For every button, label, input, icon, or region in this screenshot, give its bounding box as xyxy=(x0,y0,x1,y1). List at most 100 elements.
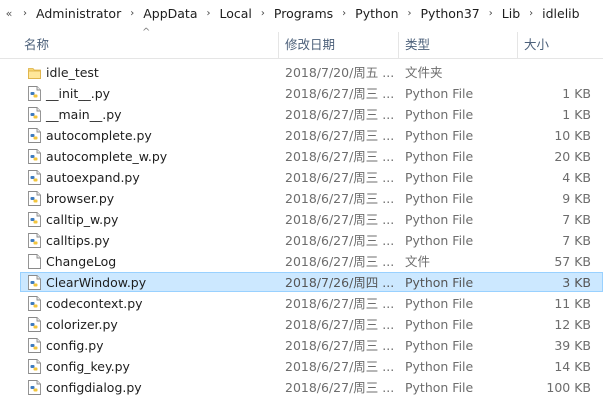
column-header-type[interactable]: 类型 xyxy=(405,26,430,58)
file-modified-date: 2018/6/27/周三 ... xyxy=(285,128,395,143)
file-name: autocomplete.py xyxy=(46,128,152,143)
breadcrumb-python[interactable]: Python xyxy=(353,6,400,21)
file-type: Python File xyxy=(405,149,474,164)
file-modified-date: 2018/6/27/周三 ... xyxy=(285,296,395,311)
file-row[interactable]: codecontext.py 2018/6/27/周三 ... Python Fil… xyxy=(0,293,603,314)
chevron-right-icon[interactable]: › xyxy=(200,8,218,19)
file-row[interactable]: autocomplete_w.py 2018/6/27/周三 ... Python … xyxy=(0,146,603,167)
file-size: 4 KB xyxy=(562,170,591,185)
python-file-icon xyxy=(28,107,41,122)
file-size: 3 KB xyxy=(562,275,591,290)
file-type: Python File xyxy=(405,170,474,185)
address-bar[interactable]: « › Administrator › AppData › Local › Pr… xyxy=(0,0,603,27)
python-file-icon xyxy=(28,212,41,227)
breadcrumb-lib[interactable]: Lib xyxy=(500,6,522,21)
file-row[interactable]: autocomplete.py 2018/6/27/周三 ... Python Fi… xyxy=(0,125,603,146)
folder-icon xyxy=(28,68,41,79)
breadcrumb-idlelib[interactable]: idlelib xyxy=(540,6,581,21)
file-modified-date: 2018/7/26/周四 ... xyxy=(285,275,395,290)
chevron-right-icon[interactable]: › xyxy=(254,8,272,19)
chevron-right-icon[interactable]: › xyxy=(401,8,419,19)
file-size: 1 KB xyxy=(562,86,591,101)
breadcrumb-python37[interactable]: Python37 xyxy=(419,6,482,21)
file-modified-date: 2018/6/27/周三 ... xyxy=(285,107,395,122)
file-modified-date: 2018/6/27/周三 ... xyxy=(285,191,395,206)
file-row[interactable]: config.py 2018/6/27/周三 ... Python File 39 K… xyxy=(0,335,603,356)
file-modified-date: 2018/6/27/周三 ... xyxy=(285,149,395,164)
file-size: 57 KB xyxy=(554,254,591,269)
chevron-right-icon[interactable]: › xyxy=(522,8,540,19)
file-name: autocomplete_w.py xyxy=(46,149,168,164)
sort-ascending-icon: ^ xyxy=(142,27,151,38)
file-size: 9 KB xyxy=(562,191,591,206)
file-type: Python File xyxy=(405,86,474,101)
breadcrumb-programs[interactable]: Programs xyxy=(272,6,335,21)
chevron-right-icon[interactable]: › xyxy=(482,8,500,19)
chevron-right-icon[interactable]: › xyxy=(335,8,353,19)
file-type: Python File xyxy=(405,275,474,290)
python-file-icon xyxy=(28,275,41,290)
file-type: 文件夹 xyxy=(405,65,443,80)
python-file-icon xyxy=(28,149,41,164)
file-name: browser.py xyxy=(46,191,115,206)
file-modified-date: 2018/6/27/周三 ... xyxy=(285,338,395,353)
breadcrumb-local[interactable]: Local xyxy=(218,6,254,21)
file-row[interactable]: config_key.py 2018/6/27/周三 ... Python File… xyxy=(0,356,603,377)
file-name: calltip_w.py xyxy=(46,212,119,227)
file-size: 39 KB xyxy=(554,338,591,353)
file-row[interactable]: colorizer.py 2018/6/27/周三 ... Python File 1… xyxy=(0,314,603,335)
column-divider[interactable] xyxy=(278,32,279,58)
file-size: 7 KB xyxy=(562,212,591,227)
file-row[interactable]: calltip_w.py 2018/6/27/周三 ... Python File 7… xyxy=(0,209,603,230)
python-file-icon xyxy=(28,191,41,206)
file-modified-date: 2018/6/27/周三 ... xyxy=(285,359,395,374)
chevron-right-icon[interactable]: › xyxy=(123,8,141,19)
column-header-date[interactable]: 修改日期 xyxy=(285,26,335,58)
column-divider[interactable] xyxy=(398,32,399,58)
column-header-size[interactable]: 大小 xyxy=(524,26,549,58)
file-modified-date: 2018/7/20/周五 ... xyxy=(285,65,395,80)
python-file-icon xyxy=(28,338,41,353)
file-type: 文件 xyxy=(405,254,431,269)
column-header-bar: ^ 名称 修改日期 类型 大小 xyxy=(0,26,603,59)
file-name: config.py xyxy=(46,338,104,353)
file-row[interactable]: idle_test 2018/7/20/周五 ... 文件夹 xyxy=(0,62,603,83)
file-row[interactable]: browser.py 2018/6/27/周三 ... Python File 9 K… xyxy=(0,188,603,209)
column-header-name[interactable]: 名称 xyxy=(24,26,49,58)
file-size: 1 KB xyxy=(562,107,591,122)
file-icon xyxy=(28,254,41,269)
file-modified-date: 2018/6/27/周三 ... xyxy=(285,212,395,227)
file-row[interactable]: __init__.py 2018/6/27/周三 ... Python File 1 … xyxy=(0,83,603,104)
file-name: idle_test xyxy=(46,65,99,80)
python-file-icon xyxy=(28,296,41,311)
file-type: Python File xyxy=(405,128,474,143)
file-row[interactable]: ChangeLog 2018/6/27/周三 ... 文件 57 KB xyxy=(0,251,603,272)
file-type: Python File xyxy=(405,212,474,227)
column-divider[interactable] xyxy=(517,32,518,58)
file-name: calltips.py xyxy=(46,233,110,248)
breadcrumb-overflow-icon[interactable]: « xyxy=(2,7,16,20)
chevron-right-icon[interactable]: › xyxy=(16,8,34,19)
breadcrumb-appdata[interactable]: AppData xyxy=(141,6,199,21)
file-name: __init__.py xyxy=(46,86,111,101)
file-type: Python File xyxy=(405,359,474,374)
file-name: ChangeLog xyxy=(46,254,117,269)
file-name: autoexpand.py xyxy=(46,170,140,185)
file-row[interactable]: autoexpand.py 2018/6/27/周三 ... Python File… xyxy=(0,167,603,188)
file-name: config_key.py xyxy=(46,359,130,374)
file-type: Python File xyxy=(405,107,474,122)
python-file-icon xyxy=(28,170,41,185)
file-type: Python File xyxy=(405,317,474,332)
file-row[interactable]: calltips.py 2018/6/27/周三 ... Python File 7 … xyxy=(0,230,603,251)
file-name: codecontext.py xyxy=(46,296,143,311)
breadcrumb-administrator[interactable]: Administrator xyxy=(34,6,123,21)
file-row-selected[interactable]: ClearWindow.py 2018/7/26/周四 ... Python Fil… xyxy=(0,272,603,293)
python-file-icon xyxy=(28,233,41,248)
file-name: __main__.py xyxy=(46,107,122,122)
file-type: Python File xyxy=(405,338,474,353)
file-row[interactable]: __main__.py 2018/6/27/周三 ... Python File 1 … xyxy=(0,104,603,125)
python-file-icon xyxy=(28,359,41,374)
file-size: 12 KB xyxy=(554,317,591,332)
python-file-icon xyxy=(28,317,41,332)
file-modified-date: 2018/6/27/周三 ... xyxy=(285,254,395,269)
